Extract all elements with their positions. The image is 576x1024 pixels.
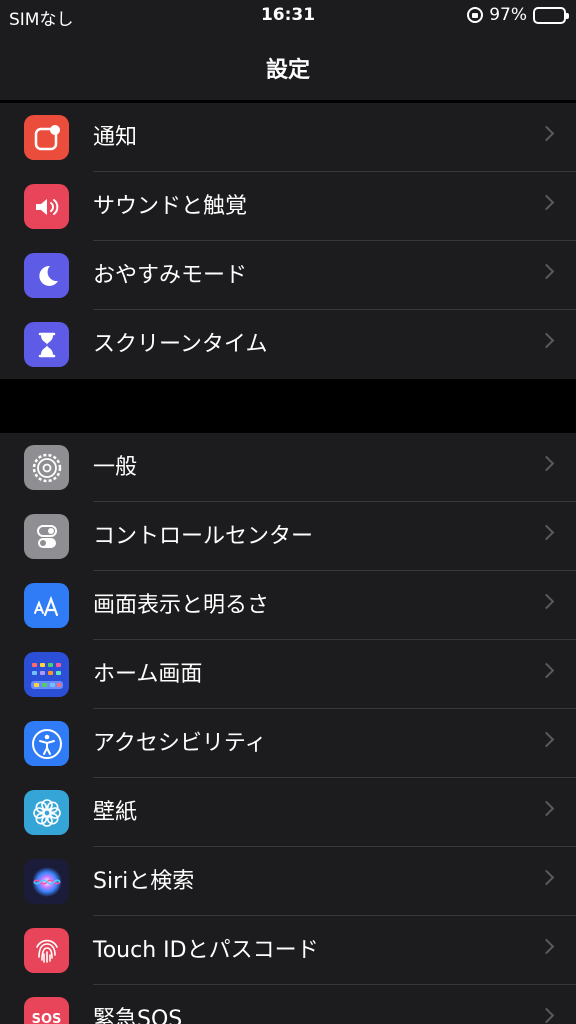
- settings-row-wallpaper[interactable]: 壁紙: [0, 778, 576, 847]
- nav-bar: 設定: [0, 32, 576, 100]
- status-right: 97%: [467, 5, 569, 25]
- orientation-lock-icon: [467, 7, 484, 23]
- settings-row-control-center[interactable]: コントロールセンター: [0, 502, 576, 571]
- row-label: Siriと検索: [93, 869, 195, 894]
- settings-row-accessibility[interactable]: アクセシビリティ: [0, 709, 576, 778]
- sos-icon-text: SOS: [31, 1012, 62, 1024]
- accessibility-icon: [24, 721, 69, 766]
- row-label: アクセシビリティ: [93, 731, 267, 756]
- settings-group-2: 一般 コントロールセンター 画面表示と明るさ ホーム画面 アクセシビリティ 壁紙…: [0, 433, 576, 1024]
- settings-group-1: 通知 サウンドと触覚 おやすみモード スクリーンタイム: [0, 103, 576, 379]
- row-label: 一般: [93, 455, 138, 480]
- settings-row-home-screen[interactable]: ホーム画面: [0, 640, 576, 709]
- chevron-right-icon: [538, 731, 555, 748]
- chevron-right-icon: [538, 1007, 555, 1024]
- gear-icon: [24, 445, 69, 490]
- chevron-right-icon: [538, 662, 555, 679]
- row-label: 緊急SOS: [93, 1007, 183, 1024]
- sound-icon: [24, 184, 69, 229]
- chevron-right-icon: [538, 263, 555, 280]
- row-label: サウンドと触覚: [93, 194, 248, 219]
- chevron-right-icon: [538, 455, 555, 472]
- chevron-right-icon: [538, 524, 555, 541]
- row-label: ホーム画面: [93, 662, 203, 687]
- page-title: 設定: [265, 58, 310, 83]
- settings-row-touch-id-passcode[interactable]: Touch IDとパスコード: [0, 916, 576, 985]
- settings-row-do-not-disturb[interactable]: おやすみモード: [0, 241, 576, 310]
- chevron-right-icon: [538, 938, 555, 955]
- row-label: 画面表示と明るさ: [93, 593, 270, 618]
- toggles-icon: [24, 514, 69, 559]
- settings-row-screen-time[interactable]: スクリーンタイム: [0, 310, 576, 379]
- settings-row-display-brightness[interactable]: 画面表示と明るさ: [0, 571, 576, 640]
- chevron-right-icon: [538, 332, 555, 349]
- text-size-icon: [24, 583, 69, 628]
- settings-row-general[interactable]: 一般: [0, 433, 576, 502]
- row-label: コントロールセンター: [93, 524, 314, 549]
- chevron-right-icon: [538, 593, 555, 610]
- settings-row-sounds[interactable]: サウンドと触覚: [0, 172, 576, 241]
- chevron-right-icon: [538, 800, 555, 817]
- siri-icon: [24, 859, 69, 904]
- row-label: スクリーンタイム: [93, 332, 268, 357]
- settings-row-siri-search[interactable]: Siriと検索: [0, 847, 576, 916]
- home-screen-grid-icon: [24, 652, 69, 697]
- fingerprint-icon: [24, 928, 69, 973]
- row-label: Touch IDとパスコード: [93, 938, 319, 963]
- chevron-right-icon: [538, 869, 555, 886]
- row-label: 通知: [93, 125, 138, 150]
- notifications-icon: [24, 115, 69, 160]
- moon-icon: [24, 253, 69, 298]
- row-label: 壁紙: [93, 800, 138, 825]
- status-bar: SIMなし 16:31 97%: [0, 0, 576, 32]
- flower-icon: [24, 790, 69, 835]
- battery-percent: 97%: [489, 5, 527, 25]
- sos-icon: SOS: [24, 997, 69, 1024]
- battery-icon: [533, 6, 569, 24]
- settings-row-emergency-sos[interactable]: SOS 緊急SOS: [0, 985, 576, 1024]
- chevron-right-icon: [538, 194, 555, 211]
- chevron-right-icon: [538, 125, 555, 142]
- settings-row-notifications[interactable]: 通知: [0, 103, 576, 172]
- row-label: おやすみモード: [93, 263, 248, 288]
- hourglass-icon: [24, 322, 69, 367]
